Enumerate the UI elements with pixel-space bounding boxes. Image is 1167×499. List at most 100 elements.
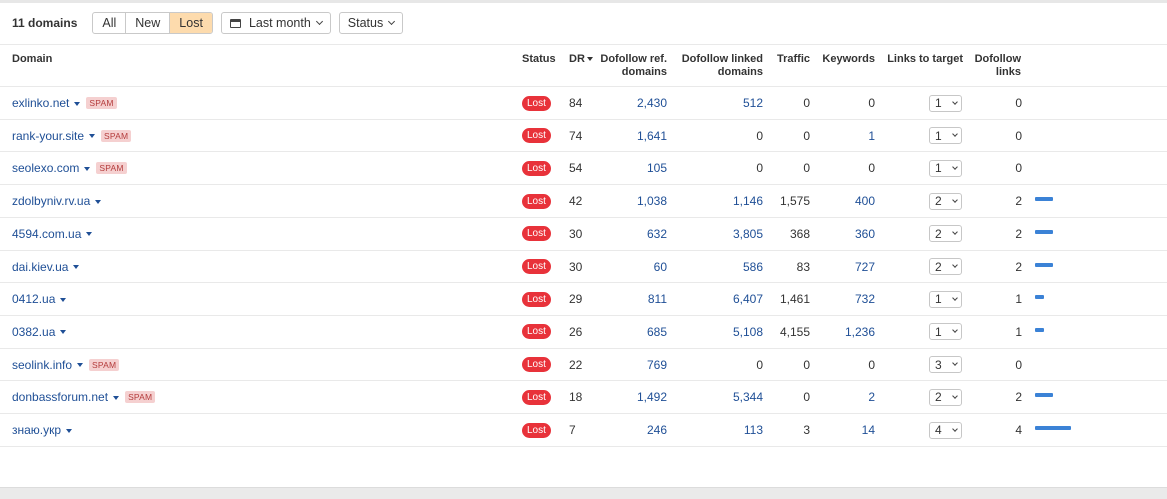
links-to-target-value: 1 <box>935 128 942 143</box>
caret-down-icon[interactable] <box>77 363 84 368</box>
dofollow-links-bar <box>1035 393 1053 398</box>
domain-link[interactable]: знаю.укр <box>12 423 61 437</box>
links-to-target-select[interactable]: 2 <box>929 225 962 243</box>
links-to-target-select[interactable]: 2 <box>929 388 962 406</box>
keywords-link[interactable]: 14 <box>862 423 875 437</box>
status-cell: Lost <box>522 120 551 152</box>
column-header-dofollow-linked-domains[interactable]: Dofollow linked domains <box>670 53 763 79</box>
dofollow-ref-domains-link[interactable]: 769 <box>647 358 667 372</box>
links-to-target-value: 3 <box>935 357 942 372</box>
status-cell: Lost <box>522 381 551 413</box>
links-to-target-select[interactable]: 1 <box>929 159 962 177</box>
keywords-link[interactable]: 732 <box>855 292 875 306</box>
date-range-dropdown[interactable]: Last month <box>220 12 331 34</box>
status-dropdown[interactable]: Status <box>338 12 404 34</box>
dofollow-ref-domains-link[interactable]: 246 <box>647 423 667 437</box>
chevron-down-icon <box>315 17 323 26</box>
domain-link[interactable]: 0382.ua <box>12 325 55 339</box>
domain-link[interactable]: seolexo.com <box>12 161 79 175</box>
dofollow-linked-domains-link[interactable]: 1,146 <box>733 194 763 208</box>
caret-down-icon[interactable] <box>113 395 120 400</box>
domain-link[interactable]: 4594.com.ua <box>12 227 81 241</box>
links-to-target-select[interactable]: 3 <box>929 356 962 374</box>
dofollow-ref-domains-link[interactable]: 1,641 <box>637 129 667 143</box>
dofollow-links-bar <box>1035 426 1071 430</box>
dofollow-ref-domains-link[interactable]: 685 <box>647 325 667 339</box>
keywords-link[interactable]: 1 <box>868 129 875 143</box>
keywords-link[interactable]: 1,236 <box>845 325 875 339</box>
dofollow-links-value: 0 <box>1015 357 1022 372</box>
lost-status-badge: Lost <box>522 128 551 144</box>
caret-down-icon[interactable] <box>89 134 96 139</box>
column-header-traffic[interactable]: Traffic <box>765 53 810 66</box>
keywords-link[interactable]: 360 <box>855 227 875 241</box>
dofollow-ref-domains-link[interactable]: 632 <box>647 227 667 241</box>
column-header-domain[interactable]: Domain <box>12 53 52 66</box>
dofollow-ref-domains-link[interactable]: 811 <box>648 292 667 306</box>
column-header-dofollow-links[interactable]: Dofollow links <box>970 53 1021 79</box>
dofollow-links-bar <box>1035 229 1053 234</box>
dofollow-ref-domains-link[interactable]: 1,038 <box>637 194 667 208</box>
dofollow-linked-domains-link[interactable]: 5,108 <box>733 325 763 339</box>
domain-link[interactable]: 0412.ua <box>12 292 55 306</box>
links-to-target-select[interactable]: 1 <box>929 323 962 341</box>
dofollow-linked-domains-link[interactable]: 512 <box>743 96 763 110</box>
caret-down-icon[interactable] <box>73 265 80 269</box>
links-to-target-cell: 2 <box>929 185 962 217</box>
filter-lost-button[interactable]: Lost <box>170 13 212 33</box>
dofollow-linked-domains-link[interactable]: 113 <box>744 423 763 437</box>
caret-down-icon[interactable] <box>60 330 67 335</box>
dofollow-links-value: 1 <box>1015 292 1022 307</box>
column-header-status[interactable]: Status <box>522 53 556 66</box>
dr-value: 30 <box>569 226 583 241</box>
links-to-target-select[interactable]: 1 <box>929 94 962 112</box>
caret-down-icon[interactable] <box>60 297 67 302</box>
filter-new-button[interactable]: New <box>126 13 171 33</box>
domain-link[interactable]: rank-your.site <box>12 129 84 143</box>
links-to-target-select[interactable]: 1 <box>929 290 962 308</box>
links-to-target-select[interactable]: 2 <box>929 258 962 275</box>
links-to-target-select[interactable]: 4 <box>929 421 962 439</box>
column-header-dofollow-ref-domains[interactable]: Dofollow ref. domains <box>590 53 667 79</box>
caret-down-icon[interactable] <box>86 232 93 237</box>
keywords-value: 727 <box>815 251 875 283</box>
domain-link[interactable]: zdolbyniv.rv.ua <box>12 194 90 208</box>
domain-link[interactable]: exlinko.net <box>12 96 69 110</box>
keywords-value: 2 <box>815 381 875 413</box>
links-to-target-select[interactable]: 2 <box>929 192 962 210</box>
dofollow-linked-domains-link[interactable]: 6,407 <box>733 292 763 306</box>
links-to-target-select[interactable]: 1 <box>929 127 962 145</box>
dofollow-ref-domains-link[interactable]: 105 <box>647 161 667 175</box>
domain-link[interactable]: donbassforum.net <box>12 390 108 404</box>
column-header-keywords[interactable]: Keywords <box>815 53 875 66</box>
dofollow-ref-domains-link[interactable]: 1,492 <box>637 390 667 404</box>
caret-down-icon[interactable] <box>84 166 91 171</box>
header-top-divider <box>0 44 1167 45</box>
caret-down-icon[interactable] <box>66 428 73 433</box>
keywords-link[interactable]: 400 <box>855 194 875 208</box>
domain-cell: 0412.ua <box>12 283 67 315</box>
domain-link[interactable]: dai.kiev.ua <box>12 260 68 274</box>
filter-all-button[interactable]: All <box>93 13 127 33</box>
dofollow-ref-domains-link[interactable]: 2,430 <box>637 96 667 110</box>
dofollow-linked-domains-link: 0 <box>756 161 763 176</box>
links-to-target-cell: 1 <box>929 87 962 119</box>
lost-status-badge: Lost <box>522 357 551 373</box>
lost-status-badge: Lost <box>522 324 551 340</box>
column-header-links-to-target[interactable]: Links to target <box>880 53 963 66</box>
keywords-link[interactable]: 2 <box>868 390 875 404</box>
domain-link[interactable]: seolink.info <box>12 358 72 372</box>
dofollow-linked-domains-link[interactable]: 586 <box>743 260 763 274</box>
caret-down-icon[interactable] <box>95 199 102 204</box>
keywords-link[interactable]: 727 <box>855 260 875 274</box>
links-to-target-cell: 2 <box>929 381 962 413</box>
dofollow-linked-domains-link[interactable]: 3,805 <box>733 227 763 241</box>
links-to-target-value: 2 <box>935 194 942 209</box>
caret-down-icon[interactable] <box>74 101 81 106</box>
dofollow-ref-domains-link[interactable]: 60 <box>654 260 667 274</box>
dofollow-linked-domains-value: 113 <box>670 414 763 446</box>
status-cell: Lost <box>522 414 551 446</box>
dofollow-linked-domains-link[interactable]: 5,344 <box>733 390 763 404</box>
domain-cell: rank-your.site SPAM <box>12 120 132 152</box>
status-cell: Lost <box>522 185 551 217</box>
